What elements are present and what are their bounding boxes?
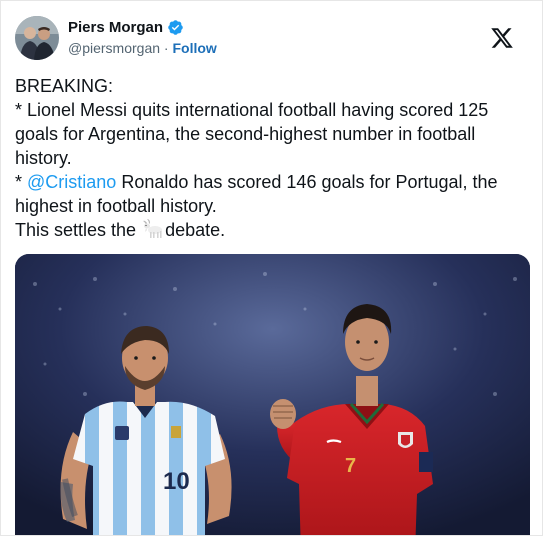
handle-separator: · bbox=[160, 40, 173, 56]
author-name-row: Piers Morgan bbox=[68, 18, 217, 37]
verified-badge-icon bbox=[168, 20, 183, 35]
tweet-body: BREAKING: * Lionel Messi quits internati… bbox=[15, 74, 530, 242]
author-display-name[interactable]: Piers Morgan bbox=[68, 18, 163, 37]
author-info: Piers Morgan @piersmorgan · Follow bbox=[68, 18, 217, 58]
tweet-header: Piers Morgan @piersmorgan · Follow bbox=[15, 13, 528, 63]
tweet-line-debate: This settles the debate. bbox=[15, 218, 530, 242]
tweet-embed-card: Piers Morgan @piersmorgan · Follow BREAK… bbox=[0, 0, 543, 536]
follow-button[interactable]: Follow bbox=[172, 40, 216, 56]
tweet-line-breaking: BREAKING: bbox=[15, 76, 114, 96]
x-logo-icon[interactable] bbox=[490, 26, 514, 50]
tweet-media-image[interactable]: 10 7 bbox=[15, 254, 530, 535]
author-avatar[interactable] bbox=[15, 16, 59, 60]
bullet-prefix: * bbox=[15, 172, 28, 192]
right-jersey-number: 7 bbox=[345, 455, 356, 477]
avatar-photo bbox=[15, 16, 59, 60]
mention-link-cristiano[interactable]: @Cristiano bbox=[27, 172, 116, 192]
x-logo-glyph bbox=[491, 28, 513, 48]
tweet-line-ronaldo: * @Cristiano Ronaldo has scored 146 goal… bbox=[15, 170, 530, 218]
author-handle[interactable]: @piersmorgan bbox=[68, 40, 160, 56]
goat-emoji-icon bbox=[143, 219, 163, 238]
author-handle-row: @piersmorgan · Follow bbox=[68, 39, 217, 58]
tweet-line-messi: * Lionel Messi quits international footb… bbox=[15, 100, 489, 168]
messi-ronaldo-photo: 10 7 bbox=[15, 254, 530, 535]
debate-text-after: debate. bbox=[165, 220, 226, 240]
debate-text-before: This settles the bbox=[15, 220, 142, 240]
left-jersey-number: 10 bbox=[163, 468, 190, 495]
